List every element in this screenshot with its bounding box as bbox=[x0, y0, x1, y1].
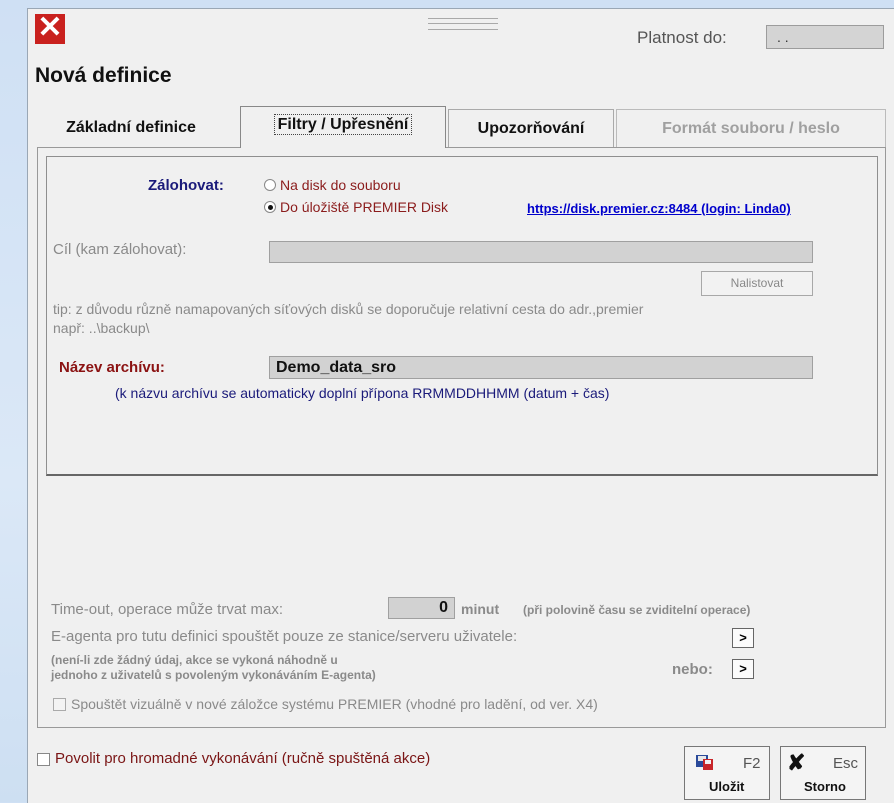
radio-disk-label: Na disk do souboru bbox=[280, 177, 401, 193]
page-title: Nová definice bbox=[35, 64, 172, 87]
radio-disk[interactable] bbox=[264, 179, 276, 191]
visual-tab-label: Spouštět vizuálně v nové záložce systému… bbox=[71, 696, 598, 712]
timeout-label: Time-out, operace může trvat max: bbox=[51, 601, 284, 618]
agent-note-2: jednoho z uživatelů s povoleným vykonává… bbox=[51, 668, 376, 682]
agent-label: E-agenta pro tutu definici spouštět pouz… bbox=[51, 628, 518, 645]
archive-input[interactable]: Demo_data_sro bbox=[269, 356, 813, 379]
timeout-input[interactable]: 0 bbox=[388, 597, 455, 619]
visual-tab-checkbox[interactable] bbox=[53, 698, 66, 711]
cancel-button[interactable]: ✘ Esc Storno bbox=[780, 746, 866, 800]
tab-basic-definition[interactable]: Základní definice bbox=[38, 109, 224, 147]
archive-hint: (k názvu archívu se automaticky doplní p… bbox=[115, 385, 610, 401]
save-label: Uložit bbox=[709, 779, 745, 794]
valid-until-field[interactable]: . . bbox=[766, 25, 884, 49]
or-label: nebo: bbox=[672, 661, 713, 678]
save-button[interactable]: F2 Uložit bbox=[684, 746, 770, 800]
target-input[interactable] bbox=[269, 241, 813, 263]
agent-server-picker-button[interactable]: > bbox=[732, 659, 754, 679]
backup-group: Zálohovat: Na disk do souboru Do úložišt… bbox=[46, 156, 878, 476]
cancel-icon: ✘ bbox=[787, 750, 806, 775]
save-key: F2 bbox=[743, 755, 761, 772]
target-label: Cíl (kam zálohovat): bbox=[53, 241, 187, 258]
tab-filters[interactable]: Filtry / Upřesnění bbox=[240, 106, 446, 148]
cancel-label: Storno bbox=[804, 779, 846, 794]
bulk-exec-label: Povolit pro hromadné vykonávání (ručně s… bbox=[55, 750, 431, 767]
browse-button[interactable]: Nalistovat bbox=[701, 271, 813, 296]
close-icon[interactable]: ✕ bbox=[35, 13, 65, 44]
radio-cloud[interactable] bbox=[264, 201, 276, 213]
archive-label: Název archívu: bbox=[59, 359, 165, 376]
tab-notifications[interactable]: Upozorňování bbox=[448, 109, 614, 147]
tab-panel: Zálohovat: Na disk do souboru Do úložišt… bbox=[37, 147, 886, 728]
cloud-link[interactable]: https://disk.premier.cz:8484 (login: Lin… bbox=[527, 201, 791, 216]
tip-text-2: např: ..\backup\ bbox=[53, 320, 150, 336]
valid-until-label: Platnost do: bbox=[637, 28, 727, 47]
timeout-hint: (při polovině času se zviditelní operace… bbox=[523, 603, 751, 617]
drag-grip[interactable] bbox=[428, 18, 498, 30]
tab-filters-label: Filtry / Upřesnění bbox=[273, 114, 413, 135]
cancel-key: Esc bbox=[833, 755, 859, 772]
agent-user-picker-button[interactable]: > bbox=[732, 628, 754, 648]
save-icon bbox=[696, 755, 713, 770]
definition-window: ✕ Platnost do: . . Nová definice Základn… bbox=[27, 8, 894, 803]
tip-text-1: tip: z důvodu různě namapovaných síťovýc… bbox=[53, 301, 644, 317]
backup-label: Zálohovat: bbox=[148, 177, 224, 194]
timeout-unit: minut bbox=[461, 601, 500, 617]
bulk-exec-checkbox[interactable] bbox=[37, 753, 50, 766]
agent-note-1: (není-li zde žádný údaj, akce se vykoná … bbox=[51, 653, 338, 667]
radio-cloud-label: Do úložiště PREMIER Disk bbox=[280, 199, 449, 215]
tab-file-format: Formát souboru / heslo bbox=[616, 109, 886, 147]
